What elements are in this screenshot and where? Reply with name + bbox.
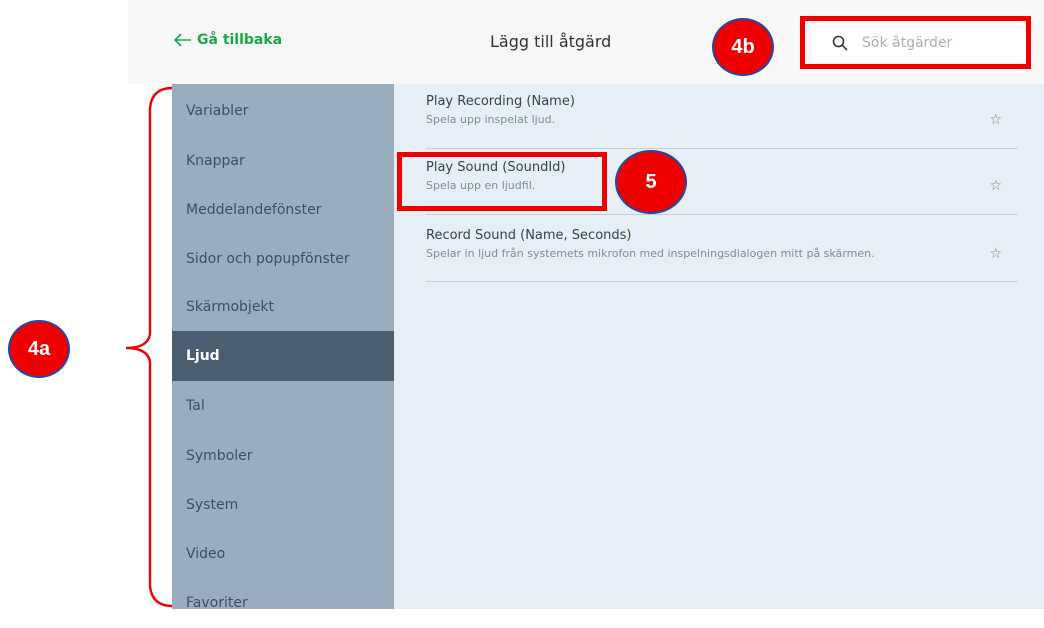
sidebar-item-system[interactable]: System <box>172 480 394 530</box>
annotation-bracket <box>125 86 173 608</box>
sidebar-item-label: Meddelandefönster <box>186 202 322 218</box>
sidebar-item-label: Video <box>186 546 226 562</box>
action-item-play-recording[interactable]: Play Recording (Name) Spela upp inspelat… <box>426 94 1018 149</box>
annotation-box-5 <box>397 152 607 211</box>
back-label: Gå tillbaka <box>197 32 283 48</box>
sidebar-item-favoriter[interactable]: Favoriter <box>172 578 394 628</box>
sidebar-item-label: Tal <box>186 398 205 414</box>
sidebar-item-label: Symboler <box>186 448 253 464</box>
annotation-badge-4a: 4a <box>8 320 70 378</box>
sidebar-item-label: Sidor och popupfönster <box>186 251 350 267</box>
action-description: Spela upp inspelat ljud. <box>426 113 556 126</box>
sidebar-item-ljud[interactable]: Ljud <box>172 331 394 381</box>
annotation-badge-4b: 4b <box>712 18 774 76</box>
action-name: Play Recording (Name) <box>426 94 575 109</box>
annotation-badge-5: 5 <box>615 150 687 214</box>
sidebar-item-meddelandefonster[interactable]: Meddelandefönster <box>172 185 394 235</box>
sidebar-item-symboler[interactable]: Symboler <box>172 431 394 481</box>
sidebar-item-video[interactable]: Video <box>172 529 394 579</box>
add-action-window: Gå tillbaka Lägg till åtgärd Variabler K… <box>128 0 1044 611</box>
category-sidebar: Variabler Knappar Meddelandefönster Sido… <box>172 84 394 611</box>
back-arrow-icon <box>174 33 191 47</box>
favorite-star-icon[interactable]: ☆ <box>989 246 1002 262</box>
sidebar-item-label: Ljud <box>186 348 220 364</box>
sidebar-item-label: Variabler <box>186 103 249 119</box>
action-name: Record Sound (Name, Seconds) <box>426 228 632 243</box>
sidebar-item-label: System <box>186 497 239 513</box>
action-description: Spelar in ljud från systemets mikrofon m… <box>426 247 875 260</box>
sidebar-item-label: Knappar <box>186 153 245 169</box>
back-button[interactable]: Gå tillbaka <box>174 32 282 48</box>
sidebar-item-skarmobjekt[interactable]: Skärmobjekt <box>172 282 394 332</box>
sidebar-item-sidor[interactable]: Sidor och popupfönster <box>172 234 394 284</box>
favorite-star-icon[interactable]: ☆ <box>989 112 1002 128</box>
sidebar-item-variabler[interactable]: Variabler <box>172 86 394 136</box>
sidebar-item-tal[interactable]: Tal <box>172 381 394 431</box>
favorite-star-icon[interactable]: ☆ <box>989 178 1002 194</box>
annotation-box-4b <box>800 16 1031 69</box>
sidebar-item-label: Skärmobjekt <box>186 299 275 315</box>
action-item-record-sound[interactable]: Record Sound (Name, Seconds) Spelar in l… <box>426 228 1018 282</box>
page-title: Lägg till åtgärd <box>490 32 612 51</box>
sidebar-item-knappar[interactable]: Knappar <box>172 136 394 186</box>
